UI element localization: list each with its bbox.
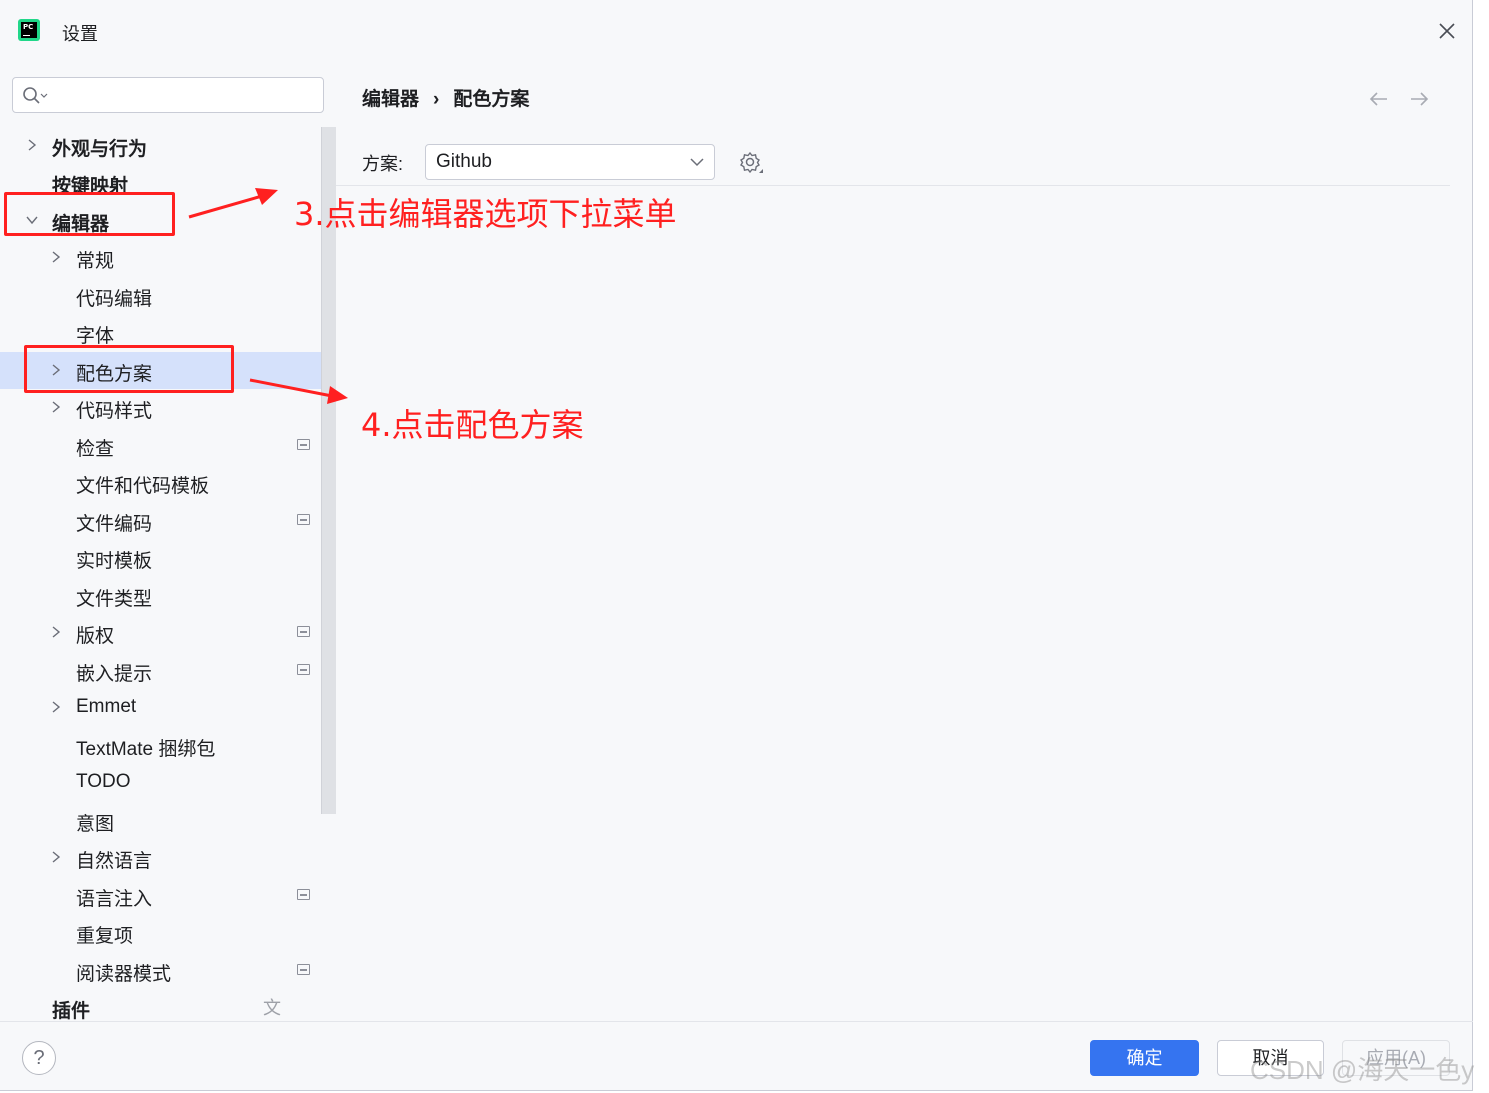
gear-icon[interactable] bbox=[738, 150, 764, 176]
content-divider bbox=[336, 185, 1450, 186]
annotation-step4: 4.点击配色方案 bbox=[361, 406, 584, 444]
annotation-box-color-scheme bbox=[24, 345, 234, 393]
tree-item-label: 检查 bbox=[76, 439, 115, 460]
chevron-right-icon bbox=[52, 251, 61, 263]
tree-item-label: 常规 bbox=[76, 251, 115, 272]
chevron-right-icon bbox=[52, 626, 61, 638]
window-title: 设置 bbox=[62, 24, 98, 44]
tree-item-inlay-hints[interactable]: 嵌入提示 bbox=[0, 652, 336, 689]
chevron-right-icon bbox=[52, 851, 61, 863]
pycharm-icon: PC bbox=[18, 19, 40, 41]
tree-item-general[interactable]: 常规 bbox=[0, 239, 336, 276]
breadcrumb-parent[interactable]: 编辑器 bbox=[362, 89, 419, 110]
search-icon bbox=[23, 87, 48, 104]
tree-item-label: 文件类型 bbox=[76, 589, 153, 610]
project-scope-icon bbox=[297, 889, 310, 900]
title-bar: PC 设置 bbox=[0, 0, 1473, 62]
settings-search[interactable] bbox=[12, 77, 324, 113]
tree-item-label: 自然语言 bbox=[76, 851, 153, 872]
tree-item-natural-languages[interactable]: 自然语言 bbox=[0, 839, 336, 876]
tree-item-label: 意图 bbox=[76, 814, 115, 835]
watermark: CSDN @海天一色y bbox=[1250, 1055, 1475, 1085]
tree-item-label: 嵌入提示 bbox=[76, 664, 153, 685]
tree-item-label: 文件编码 bbox=[76, 514, 153, 535]
chevron-right-icon bbox=[52, 701, 61, 713]
project-scope-icon bbox=[297, 664, 310, 675]
tree-item-label: 版权 bbox=[76, 626, 115, 647]
tree-item-label: 重复项 bbox=[76, 926, 134, 947]
scheme-dropdown[interactable]: Github bbox=[425, 144, 715, 180]
tree-item-label: TextMate 捆绑包 bbox=[76, 739, 216, 760]
forward-arrow-icon[interactable] bbox=[1408, 88, 1430, 110]
tree-item-label: 实时模板 bbox=[76, 551, 153, 572]
tree-item-label: TODO bbox=[76, 771, 131, 792]
tree-item-copyright[interactable]: 版权 bbox=[0, 614, 336, 651]
tree-item-emmet[interactable]: Emmet bbox=[0, 689, 336, 726]
chevron-down-icon bbox=[690, 158, 704, 167]
tree-item-language-injections[interactable]: 语言注入 bbox=[0, 877, 336, 914]
tree-item-inspections[interactable]: 检查 bbox=[0, 427, 336, 464]
tree-item-todo[interactable]: TODO bbox=[0, 764, 336, 801]
project-scope-icon bbox=[297, 964, 310, 975]
tree-item-textmate[interactable]: TextMate 捆绑包 bbox=[0, 727, 336, 764]
scheme-value: Github bbox=[436, 151, 492, 172]
annotation-box-editor bbox=[4, 192, 175, 236]
back-arrow-icon[interactable] bbox=[1368, 88, 1390, 110]
tree-item-label: 插件 bbox=[52, 1001, 91, 1022]
tree-item-label: 代码样式 bbox=[76, 401, 153, 422]
project-scope-icon bbox=[297, 626, 310, 637]
tree-item-live-templates[interactable]: 实时模板 bbox=[0, 539, 336, 576]
close-icon[interactable] bbox=[1434, 18, 1460, 44]
tree-item-intentions[interactable]: 意图 bbox=[0, 802, 336, 839]
tree-item-file-encodings[interactable]: 文件编码 bbox=[0, 502, 336, 539]
tree-item-label: Emmet bbox=[76, 696, 137, 717]
ok-button[interactable]: 确定 bbox=[1090, 1040, 1199, 1076]
translate-icon: 文 bbox=[263, 998, 281, 1018]
tree-item-label: 文件和代码模板 bbox=[76, 476, 210, 497]
tree-item-file-templates[interactable]: 文件和代码模板 bbox=[0, 464, 336, 501]
tree-item-code-editing[interactable]: 代码编辑 bbox=[0, 277, 336, 314]
chevron-right-icon bbox=[28, 139, 37, 151]
breadcrumb-separator: › bbox=[433, 89, 440, 110]
app-icon-text: PC bbox=[23, 23, 34, 31]
breadcrumb-current: 配色方案 bbox=[453, 89, 530, 110]
chevron-right-icon bbox=[52, 401, 61, 413]
settings-dialog: PC 设置 外观与行为 按键映射 编辑器 常规 代码编辑 字体 配色方案 代码样… bbox=[0, 0, 1473, 1091]
project-scope-icon bbox=[297, 514, 310, 525]
tree-item-file-types[interactable]: 文件类型 bbox=[0, 577, 336, 614]
project-scope-icon bbox=[297, 439, 310, 450]
tree-item-label: 字体 bbox=[76, 326, 115, 347]
tree-item-code-style[interactable]: 代码样式 bbox=[0, 389, 336, 426]
search-input[interactable] bbox=[53, 84, 313, 106]
tree-item-label: 阅读器模式 bbox=[76, 964, 172, 985]
breadcrumb: 编辑器 › 配色方案 bbox=[362, 84, 529, 111]
scheme-label: 方案: bbox=[362, 154, 404, 174]
annotation-step3: 3.点击编辑器选项下拉菜单 bbox=[294, 195, 677, 233]
tree-item-appearance[interactable]: 外观与行为 bbox=[0, 127, 336, 164]
tree-item-label: 语言注入 bbox=[76, 889, 153, 910]
tree-item-duplicates[interactable]: 重复项 bbox=[0, 914, 336, 951]
tree-item-reader-mode[interactable]: 阅读器模式 bbox=[0, 952, 336, 989]
tree-item-label: 代码编辑 bbox=[76, 289, 153, 310]
help-icon[interactable]: ? bbox=[22, 1041, 56, 1075]
tree-item-label: 外观与行为 bbox=[52, 139, 148, 160]
